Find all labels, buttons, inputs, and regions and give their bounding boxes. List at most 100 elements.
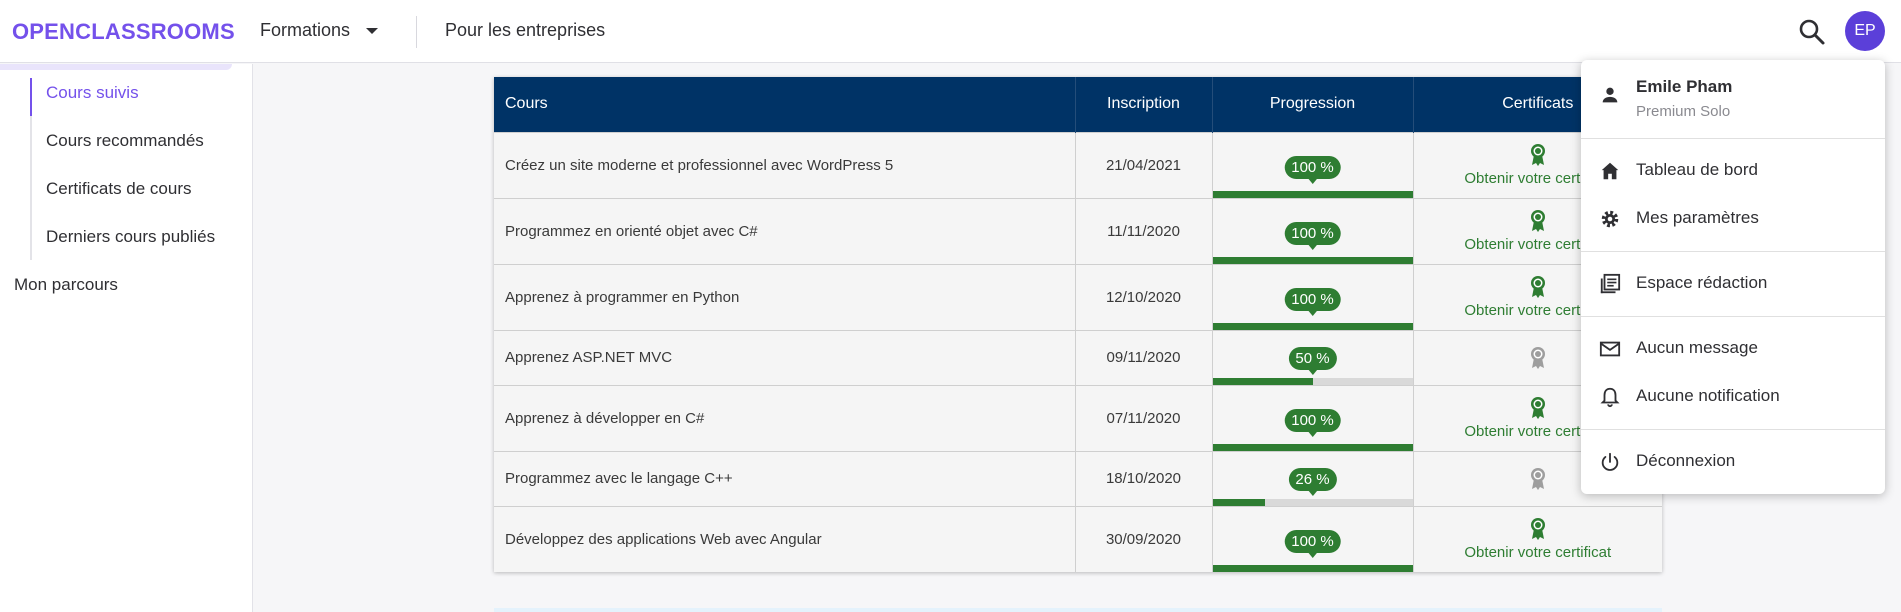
nav-formations-dropdown[interactable]: Formations <box>260 20 379 41</box>
progress-bar-fill <box>1212 443 1413 451</box>
menu-item-label: Déconnexion <box>1636 451 1736 470</box>
progression-cell: 100 % <box>1212 505 1414 572</box>
course-title-cell[interactable]: Créez un site moderne et professionnel a… <box>494 131 1076 198</box>
table-row: Apprenez ASP.NET MVC 09/11/2020 50 % <box>494 329 1662 385</box>
progress-badge: 100 % <box>1284 221 1341 250</box>
person-icon <box>1602 87 1618 103</box>
sidebar-active-indicator <box>30 78 32 116</box>
progress-bar-fill <box>1212 256 1413 264</box>
menu-item-espace-redaction[interactable]: Espace rédaction <box>1581 263 1885 303</box>
sidebar-item-derniers-cours[interactable]: Derniers cours publiés <box>46 227 215 247</box>
table-row: Développez des applications Web avec Ang… <box>494 505 1663 572</box>
progress-badge: 100 % <box>1284 155 1341 184</box>
progress-badge: 50 % <box>1288 346 1337 375</box>
inscription-date-cell: 07/11/2020 <box>1075 384 1213 451</box>
sidebar-item-certificats[interactable]: Certificats de cours <box>46 179 192 199</box>
progression-cell: 50 % <box>1212 329 1414 385</box>
progress-bar-track <box>1212 498 1413 506</box>
progress-bar-fill <box>1212 498 1265 506</box>
search-button[interactable] <box>1797 17 1827 47</box>
caret-down-icon <box>366 27 379 34</box>
mail-icon <box>1599 341 1621 357</box>
column-header-cours: Cours <box>494 77 1076 132</box>
progression-container: 100 % <box>1212 265 1413 330</box>
table-header-row: Cours Inscription Progression Certificat… <box>494 77 1662 132</box>
library-books-icon <box>1600 273 1621 294</box>
table-row: Créez un site moderne et professionnel a… <box>494 131 1662 198</box>
menu-separator <box>1581 251 1885 252</box>
progression-container: 100 % <box>1212 386 1413 451</box>
table-row: Programmez avec le langage C++ 18/10/2020… <box>494 450 1662 506</box>
certificate-ribbon-icon <box>1530 518 1545 540</box>
progression-container: 50 % <box>1212 331 1413 385</box>
progress-bar-track <box>1212 564 1413 572</box>
inscription-date-cell: 12/10/2020 <box>1075 263 1213 330</box>
menu-separator <box>1581 429 1885 430</box>
course-title-cell[interactable]: Programmez avec le langage C++ <box>494 450 1076 506</box>
inscription-date-cell: 09/11/2020 <box>1075 329 1213 385</box>
progression-cell: 100 % <box>1212 384 1414 451</box>
course-title-cell[interactable]: Programmez en orienté objet avec C# <box>494 197 1076 264</box>
openclassrooms-logo[interactable]: OPENCLASSROOMS <box>12 19 235 45</box>
courses-table: Cours Inscription Progression Certificat… <box>494 77 1662 572</box>
certificate-cell: Obtenir votre certificat <box>1413 505 1663 572</box>
search-icon <box>1799 19 1825 45</box>
menu-separator <box>1581 316 1885 317</box>
progress-bar-fill <box>1212 190 1413 198</box>
course-title-cell[interactable]: Apprenez ASP.NET MVC <box>494 329 1076 385</box>
progress-bar-fill <box>1212 377 1313 385</box>
progress-badge: 100 % <box>1284 408 1341 437</box>
menu-item-deconnexion[interactable]: Déconnexion <box>1581 441 1885 481</box>
menu-user-name: Emile Pham <box>1636 77 1733 96</box>
menu-user-plan: Premium Solo <box>1636 103 1731 120</box>
sidebar-item-cours-suivis[interactable]: Cours suivis <box>46 83 139 103</box>
progress-bar-track <box>1212 256 1413 264</box>
certificate-ribbon-icon <box>1530 276 1545 298</box>
certificate-ribbon-icon <box>1530 467 1545 490</box>
menu-separator <box>1581 138 1885 139</box>
info-banner-edge <box>494 608 1662 612</box>
progress-bar-track <box>1212 443 1413 451</box>
progress-bar-track <box>1212 377 1413 385</box>
table-row: Programmez en orienté objet avec C# 11/11… <box>494 197 1662 264</box>
inscription-date-cell: 11/11/2020 <box>1075 197 1213 264</box>
menu-item-tableau-de-bord[interactable]: Tableau de bord <box>1581 150 1885 190</box>
gear-icon <box>1601 210 1619 228</box>
progression-container: 100 % <box>1212 133 1413 198</box>
user-avatar-button[interactable]: EP <box>1845 11 1885 51</box>
certificate-ribbon-icon <box>1530 144 1545 166</box>
top-header: OPENCLASSROOMS Formations Pour les entre… <box>0 0 1901 63</box>
nav-entreprises-link[interactable]: Pour les entreprises <box>445 20 605 41</box>
menu-item-label: Aucun message <box>1636 338 1758 357</box>
progress-bar-track <box>1212 190 1413 198</box>
progression-container: 26 % <box>1212 452 1413 506</box>
sidebar-item-cours-recommandes[interactable]: Cours recommandés <box>46 131 204 151</box>
power-icon <box>1601 452 1619 471</box>
progression-cell: 100 % <box>1212 197 1414 264</box>
table-row: Apprenez à programmer en Python 12/10/202… <box>494 263 1662 330</box>
sidebar: Cours suivis Cours recommandés Certifica… <box>0 64 253 612</box>
course-title-cell[interactable]: Apprenez à programmer en Python <box>494 263 1076 330</box>
inscription-date-cell: 21/04/2021 <box>1075 131 1213 198</box>
menu-item-mes-parametres[interactable]: Mes paramètres <box>1581 198 1885 238</box>
progress-bar-fill <box>1212 322 1413 330</box>
menu-user-profile[interactable]: Emile Pham Premium Solo <box>1581 60 1885 138</box>
menu-item-aucune-notification[interactable]: Aucune notification <box>1581 376 1885 416</box>
user-dropdown-menu: Emile Pham Premium Solo Tableau de bord … <box>1581 60 1885 494</box>
course-title-cell[interactable]: Apprenez à développer en C# <box>494 384 1076 451</box>
certificate-ribbon-icon <box>1530 397 1545 419</box>
table-row: Apprenez à développer en C# 07/11/2020 100… <box>494 384 1662 451</box>
progress-bar-fill <box>1212 564 1413 572</box>
menu-item-label: Espace rédaction <box>1636 273 1768 292</box>
sidebar-item-mon-parcours[interactable]: Mon parcours <box>14 275 118 295</box>
obtain-certificate-link[interactable]: Obtenir votre certificat <box>1414 544 1663 561</box>
course-title-cell[interactable]: Développez des applications Web avec Ang… <box>494 505 1076 572</box>
progression-cell: 26 % <box>1212 450 1414 506</box>
progress-badge: 26 % <box>1288 467 1337 496</box>
progression-container: 100 % <box>1212 199 1413 264</box>
progress-bar-track <box>1212 322 1413 330</box>
inscription-date-cell: 30/09/2020 <box>1075 505 1213 572</box>
menu-item-label: Aucune notification <box>1636 386 1780 405</box>
menu-item-aucun-message[interactable]: Aucun message <box>1581 328 1885 368</box>
progress-badge: 100 % <box>1284 287 1341 316</box>
